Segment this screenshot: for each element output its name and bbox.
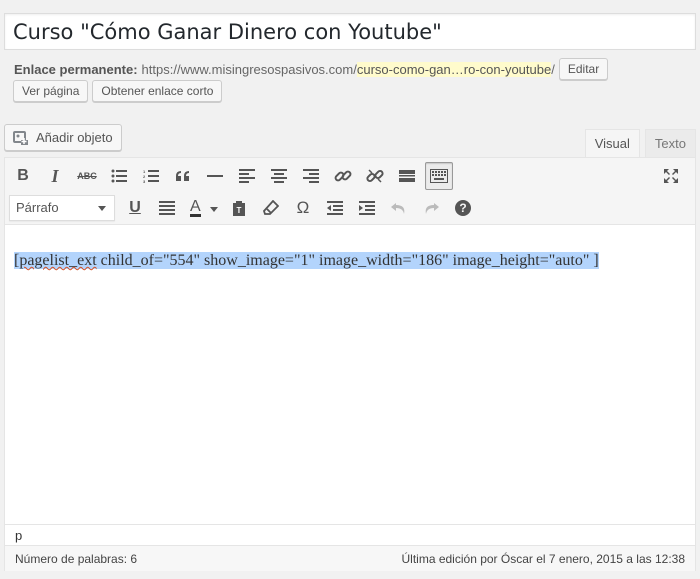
paste-text-icon[interactable]: T (225, 194, 253, 222)
help-glyph: ? (455, 200, 471, 216)
horizontal-line-icon[interactable] (201, 162, 229, 190)
fullscreen-icon[interactable] (657, 162, 685, 190)
svg-text:3: 3 (143, 179, 146, 183)
permalink-base-url[interactable]: https://www.misingresospasivos.com/ (142, 62, 357, 77)
chevron-down-icon (98, 206, 106, 211)
tab-text[interactable]: Texto (644, 129, 696, 157)
svg-text:T: T (237, 206, 242, 215)
help-icon[interactable]: ? (449, 194, 477, 222)
clear-formatting-icon[interactable] (257, 194, 285, 222)
shortcode-attributes: child_of="554" show_image="1" image_widt… (96, 252, 599, 269)
toolbar-row-1: B I ABC 123 (9, 162, 457, 190)
post-title-input[interactable]: Curso "Cómo Ganar Dinero con Youtube" (4, 13, 696, 50)
last-edit: Última edición por Óscar el 7 enero, 201… (401, 551, 686, 566)
link-icon[interactable] (329, 162, 357, 190)
format-select[interactable]: Párrafo (9, 195, 115, 221)
permalink-actions: Ver página Obtener enlace corto (13, 80, 223, 102)
edit-permalink-button[interactable]: Editar (558, 58, 609, 80)
unlink-icon[interactable] (361, 162, 389, 190)
permalink-label: Enlace permanente: (14, 61, 138, 77)
text-color-glyph: A (190, 197, 201, 217)
read-more-icon[interactable] (393, 162, 421, 190)
add-media-button[interactable]: Añadir objeto (4, 124, 122, 151)
view-page-button[interactable]: Ver página (13, 80, 89, 102)
italic-icon[interactable]: I (41, 162, 69, 190)
text-color-icon[interactable]: A (185, 194, 221, 222)
editor-container: B I ABC 123 Párrafo U A T Ω ? [pagelist_… (4, 157, 696, 571)
element-path[interactable]: p (5, 524, 695, 545)
post-editor-page: Curso "Cómo Ganar Dinero con Youtube" En… (0, 0, 700, 579)
outdent-icon[interactable] (321, 194, 349, 222)
toolbar-row-2: Párrafo U A T Ω ? (9, 194, 481, 222)
get-shortlink-button[interactable]: Obtener enlace corto (92, 80, 223, 102)
strikethrough-icon[interactable]: ABC (73, 162, 101, 190)
permalink-trailing: / (551, 61, 555, 77)
indent-icon[interactable] (353, 194, 381, 222)
permalink-bar: Enlace permanente: https://www.misingres… (14, 58, 609, 80)
editor-content-area[interactable]: [pagelist_ext child_of="554" show_image=… (5, 225, 695, 524)
editor-toolbar: B I ABC 123 Párrafo U A T Ω ? (5, 158, 695, 225)
add-media-label: Añadir objeto (36, 130, 113, 145)
justify-icon[interactable] (153, 194, 181, 222)
underline-icon[interactable]: U (121, 194, 149, 222)
blockquote-icon[interactable] (169, 162, 197, 190)
tab-visual[interactable]: Visual (584, 129, 640, 158)
undo-icon[interactable] (385, 194, 413, 222)
word-count: Número de palabras: 6 (15, 551, 138, 566)
selected-shortcode: [pagelist_ext child_of="554" show_image=… (14, 252, 599, 269)
align-center-icon[interactable] (265, 162, 293, 190)
special-character-icon[interactable]: Ω (289, 194, 317, 222)
status-bar: Número de palabras: 6 Última edición por… (5, 545, 695, 571)
align-right-icon[interactable] (297, 162, 325, 190)
align-left-icon[interactable] (233, 162, 261, 190)
format-select-value: Párrafo (16, 200, 59, 215)
chevron-down-icon (210, 207, 218, 212)
editor-tabs: Visual Texto (584, 129, 696, 158)
permalink-slug[interactable]: curso-como-gan…ro-con-youtube (356, 61, 552, 77)
add-media-icon (13, 130, 31, 146)
bullet-list-icon[interactable] (105, 162, 133, 190)
redo-icon[interactable] (417, 194, 445, 222)
bold-icon[interactable]: B (9, 162, 37, 190)
numbered-list-icon[interactable]: 123 (137, 162, 165, 190)
toolbar-toggle-icon[interactable] (425, 162, 453, 190)
shortcode-name: pagelist_ext (19, 252, 97, 269)
